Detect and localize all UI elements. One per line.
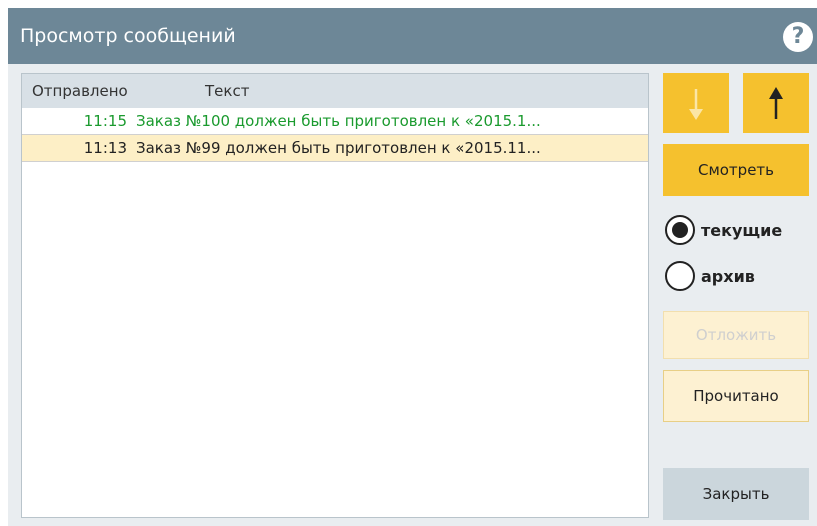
message-time: 11:13 [83, 139, 127, 157]
filter-archive-radio[interactable]: архив [665, 259, 755, 293]
close-button[interactable]: Закрыть [663, 468, 809, 520]
message-text: Заказ №100 должен быть приготовлен к «20… [136, 112, 541, 130]
filter-current-label: текущие [701, 220, 783, 240]
message-row[interactable]: 11:13 Заказ №99 должен быть приготовлен … [22, 135, 648, 162]
radio-checked-icon [665, 215, 695, 245]
message-row[interactable]: 11:15 Заказ №100 должен быть приготовлен… [22, 108, 648, 135]
message-viewer-window: Просмотр сообщений ? Отправлено Текст 11… [8, 8, 817, 526]
message-list[interactable]: Отправлено Текст 11:15 Заказ №100 должен… [21, 73, 649, 518]
mark-read-button[interactable]: Прочитано [663, 370, 809, 422]
filter-archive-label: архив [701, 266, 755, 286]
arrow-down-icon [689, 89, 703, 120]
message-text: Заказ №99 должен быть приготовлен к «201… [136, 139, 541, 157]
view-button[interactable]: Смотреть [663, 144, 809, 196]
arrow-up-icon [769, 87, 783, 119]
radio-unchecked-icon [665, 261, 695, 291]
title-bar: Просмотр сообщений ? [8, 8, 817, 64]
column-header-text[interactable]: Текст [205, 82, 249, 100]
previous-message-button[interactable] [743, 73, 809, 133]
next-message-button[interactable] [663, 73, 729, 133]
list-header: Отправлено Текст [22, 74, 648, 108]
defer-button[interactable]: Отложить [663, 311, 809, 359]
filter-current-radio[interactable]: текущие [665, 213, 782, 247]
help-icon[interactable]: ? [783, 22, 813, 52]
column-header-sent[interactable]: Отправлено [32, 82, 128, 100]
message-time: 11:15 [83, 112, 127, 130]
window-title: Просмотр сообщений [20, 25, 236, 47]
